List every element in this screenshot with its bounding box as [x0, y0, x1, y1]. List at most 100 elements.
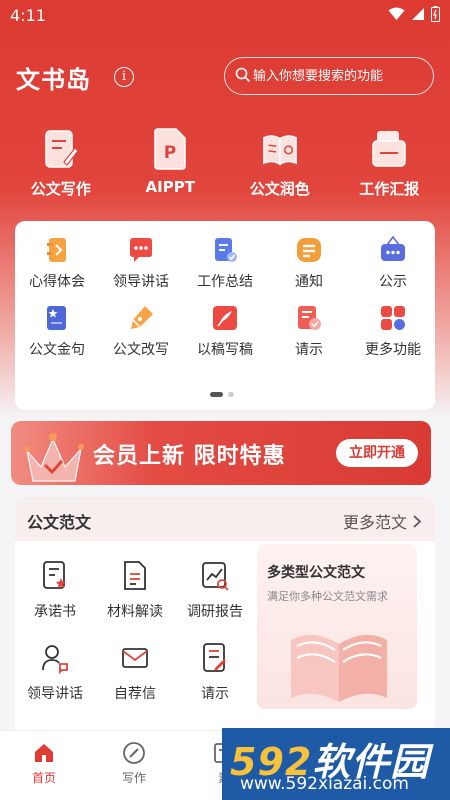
open-membership-button[interactable]: 立即开通 [336, 439, 418, 467]
status-time: 4:11 [10, 6, 46, 25]
templates-promo-card[interactable]: 多类型公文范文 满足你多种公文范文需求 [257, 544, 417, 709]
feature-label: 以稿写稿 [197, 342, 253, 358]
feature-label: 公文金句 [29, 342, 85, 358]
open-book-illustration [291, 634, 387, 702]
feature-label: 领导讲话 [113, 274, 169, 290]
feature-label: 更多功能 [365, 342, 421, 358]
quick-label: AIPPT [145, 178, 195, 196]
banner-title: 会员上新 限时特惠 [93, 444, 286, 469]
star-book-icon [43, 303, 71, 333]
info-icon[interactable]: i [114, 67, 134, 87]
template-item-request[interactable]: 请示 [175, 641, 255, 703]
template-item-pledge[interactable]: 承诺书 [15, 559, 95, 621]
page-indicator [210, 392, 234, 397]
grid-icon [379, 303, 407, 333]
more-templates-label: 更多范文 [342, 513, 407, 532]
feature-label: 请示 [295, 342, 323, 358]
template-item-material[interactable]: 材料解读 [95, 559, 175, 621]
feature-grid: 心得体会 领导讲话 工作总结 通知 公示 公文金句 公文改写 以稿写稿 请示 更… [15, 235, 435, 359]
template-item-cover-letter[interactable]: 自荐信 [95, 641, 175, 703]
quick-item-writing[interactable]: 公文写作 [11, 128, 111, 204]
app-title: 文书岛 [16, 66, 91, 94]
templates-title: 公文范文 [27, 513, 92, 532]
feature-item-leader-speech[interactable]: 领导讲话 [99, 235, 183, 291]
envelope-icon [119, 641, 151, 675]
template-label: 承诺书 [34, 604, 76, 620]
briefcase-folder-icon [370, 128, 408, 170]
template-label: 自荐信 [114, 686, 156, 702]
feature-item-rewrite[interactable]: 公文改写 [99, 303, 183, 359]
search-icon [235, 67, 251, 83]
feature-label: 通知 [295, 274, 323, 290]
feature-item-request[interactable]: 请示 [267, 303, 351, 359]
battery-icon [431, 6, 440, 22]
board-icon [379, 235, 407, 265]
promo-title: 多类型公文范文 [267, 565, 365, 581]
template-label: 领导讲话 [27, 686, 83, 702]
notebook-icon [43, 235, 71, 265]
notice-icon [295, 235, 323, 265]
memo-pen-icon [199, 641, 231, 675]
tab-home[interactable]: 首页 [14, 741, 74, 786]
watermark-logo: 592软件园 www.592xiazai.com [222, 728, 450, 800]
template-item-leader-speech[interactable]: 领导讲话 [15, 641, 95, 703]
tab-label: 首页 [31, 771, 56, 785]
quill-icon [211, 303, 239, 333]
page-dot-active [210, 392, 223, 397]
chevron-right-icon [413, 514, 421, 528]
template-label: 调研报告 [187, 604, 243, 620]
pen-nib-icon [127, 303, 155, 333]
quick-label: 公文润色 [249, 180, 310, 198]
person-speak-icon [39, 641, 71, 675]
feature-card: 心得体会 领导讲话 工作总结 通知 公示 公文金句 公文改写 以稿写稿 请示 更… [15, 221, 435, 410]
pledge-doc-icon [39, 559, 71, 593]
wifi-icon [388, 7, 405, 20]
compass-icon [123, 742, 145, 764]
quick-item-report[interactable]: 工作汇报 [339, 128, 439, 204]
feature-item-draft-from-draft[interactable]: 以稿写稿 [183, 303, 267, 359]
search-input[interactable] [253, 66, 425, 86]
feature-item-notice[interactable]: 通知 [267, 235, 351, 291]
request-doc-icon [295, 303, 323, 333]
feature-item-publicity[interactable]: 公示 [351, 235, 435, 291]
template-label: 材料解读 [107, 604, 163, 620]
quick-label: 工作汇报 [359, 180, 420, 198]
membership-banner[interactable]: 会员上新 限时特惠 立即开通 [11, 421, 431, 485]
more-templates-link[interactable]: 更多范文 [343, 509, 421, 533]
document-pen-icon [42, 128, 80, 170]
feature-item-work-summary[interactable]: 工作总结 [183, 235, 267, 291]
home-icon [35, 744, 53, 762]
status-bar: 4:11 [0, 0, 450, 32]
tab-label: 写作 [121, 771, 146, 785]
report-chart-icon [199, 559, 231, 593]
feature-item-golden-sentence[interactable]: 公文金句 [15, 303, 99, 359]
tab-writing[interactable]: 写作 [104, 741, 164, 786]
templates-section: 公文范文 更多范文 承诺书 材料解读 调研报告 领导讲话 自荐信 请示 多类型公… [15, 497, 435, 737]
page-dot [228, 392, 234, 397]
feature-label: 工作总结 [197, 274, 253, 290]
feature-label: 公文改写 [113, 342, 169, 358]
status-icons [388, 6, 440, 22]
material-doc-icon [119, 559, 151, 593]
feature-item-experience[interactable]: 心得体会 [15, 235, 99, 291]
promo-subtitle: 满足你多种公文范文需求 [267, 590, 388, 603]
header: 文书岛 i [16, 57, 434, 95]
quick-item-polish[interactable]: 公文润色 [230, 128, 330, 204]
watermark-url: www.592xiazai.com [240, 774, 409, 794]
speech-bubble-icon [127, 235, 155, 265]
ppt-file-icon: P [151, 128, 189, 170]
templates-grid: 承诺书 材料解读 调研报告 领导讲话 自荐信 请示 [15, 559, 255, 703]
template-label: 请示 [201, 686, 229, 702]
open-book-icon [261, 128, 299, 170]
feature-label: 公示 [379, 274, 407, 290]
crown-icon [24, 433, 84, 482]
templates-header: 公文范文 更多范文 [15, 497, 435, 541]
feature-item-more[interactable]: 更多功能 [351, 303, 435, 359]
template-item-research[interactable]: 调研报告 [175, 559, 255, 621]
quick-label: 公文写作 [30, 180, 91, 198]
search-box[interactable] [224, 57, 434, 95]
checklist-icon [211, 235, 239, 265]
svg-text:P: P [164, 143, 176, 163]
signal-icon [412, 8, 424, 20]
quick-item-aippt[interactable]: P AIPPT [120, 128, 220, 204]
